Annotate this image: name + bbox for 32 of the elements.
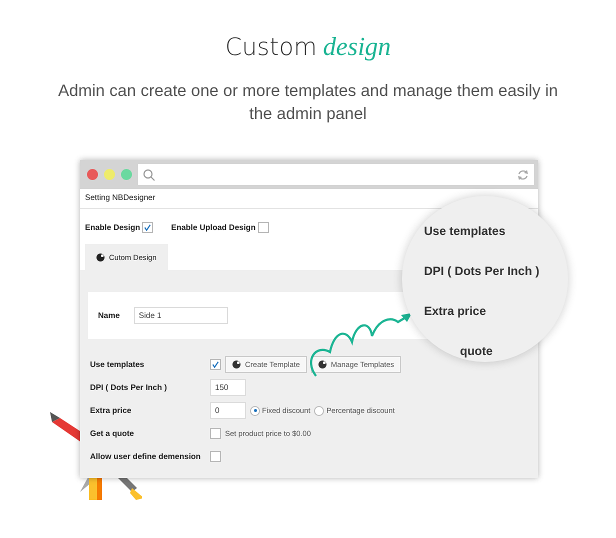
address-bar[interactable] [138,164,534,185]
maximize-icon[interactable] [121,169,132,180]
checkbox[interactable] [210,428,221,439]
setting-label: Get a quote [90,429,136,438]
magnified-label: DPI ( Dots Per Inch ) [424,264,540,278]
setting-label: DPI ( Dots Per Inch ) [90,383,168,392]
heading-accent: design [323,32,391,62]
setting-label: Extra price [90,406,132,415]
toggle-label: Enable Upload Design [171,222,256,232]
heading: Custom [225,33,318,61]
name-field[interactable]: Side 1 [134,307,228,324]
checkbox[interactable] [210,359,221,370]
reload-icon[interactable] [517,168,529,180]
checkbox[interactable] [142,222,154,232]
button-icon [318,360,327,369]
checkbox[interactable] [210,451,221,462]
button-icon [232,360,241,369]
close-icon[interactable] [87,169,98,180]
toggle-label: Enable Design [85,222,140,232]
magnified-label: Extra price [424,304,488,318]
setting-label: Use templates [90,360,146,369]
checkbox[interactable] [258,222,269,232]
magnified-label: Use templates [424,224,506,238]
search-icon [143,168,155,180]
dpi-field[interactable]: 150 [210,379,246,396]
field-label: Name [98,311,120,320]
subtitle: Admin can create one or more templates and manage them easily in the admin panel [58,81,558,125]
setting-label: Allow user define demension [90,452,202,461]
minimize-icon[interactable] [104,169,115,180]
magnified-label: quote [459,344,494,358]
price-field[interactable]: 0 [210,402,246,419]
tab-icon [96,253,105,262]
